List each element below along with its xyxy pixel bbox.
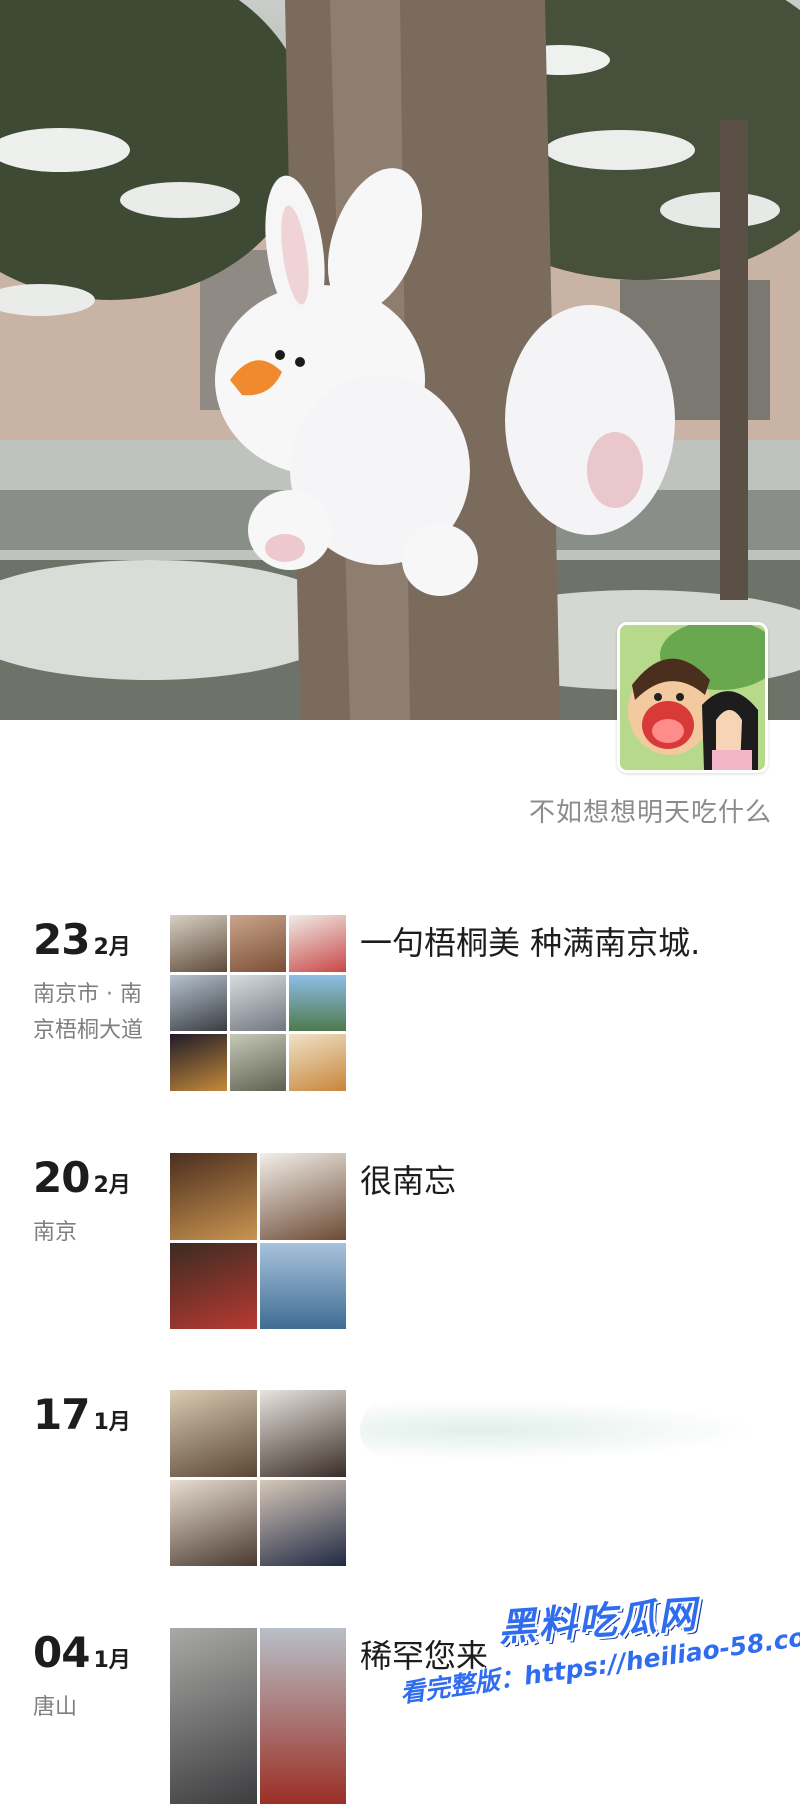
post-date: 23 2月 — [33, 915, 131, 964]
photo-thumb[interactable] — [170, 1034, 227, 1091]
post-date: 17 1月 — [33, 1390, 131, 1439]
post-day: 20 — [33, 1153, 90, 1202]
photo-thumb[interactable] — [170, 1628, 257, 1804]
photo-thumb[interactable] — [289, 915, 346, 972]
post-date: 20 2月 — [33, 1153, 131, 1202]
post-month: 2月 — [93, 935, 131, 960]
photo-thumb[interactable] — [170, 1242, 257, 1329]
post-day: 04 — [33, 1628, 90, 1677]
photo-thumb[interactable] — [229, 915, 287, 972]
blurred-caption — [360, 1400, 760, 1460]
snow-rabbit-cover-image — [0, 0, 800, 720]
photo-grid[interactable] — [170, 1153, 346, 1329]
post-location[interactable]: 南京市 · 南京梧桐大道 — [33, 977, 163, 1049]
photo-thumb[interactable] — [289, 974, 346, 1032]
photo-thumb[interactable] — [170, 915, 227, 972]
post-month: 1月 — [93, 1648, 131, 1673]
photo-thumb[interactable] — [289, 1034, 346, 1091]
post-caption[interactable]: 一句梧桐美 种满南京城. — [360, 923, 780, 963]
post-month: 1月 — [93, 1410, 131, 1435]
post-day: 17 — [33, 1390, 90, 1439]
photo-thumb[interactable] — [259, 1390, 346, 1477]
cover-photo[interactable] — [0, 0, 800, 720]
photo-thumb[interactable] — [229, 1034, 287, 1091]
photo-thumb[interactable] — [259, 1242, 346, 1329]
photo-thumb[interactable] — [170, 974, 227, 1032]
photo-thumb[interactable] — [259, 1479, 346, 1566]
photo-grid[interactable] — [170, 915, 346, 1091]
post-caption[interactable]: 很南忘 — [360, 1161, 780, 1201]
photo-thumb[interactable] — [170, 1479, 257, 1566]
post-day: 23 — [33, 915, 90, 964]
photo-thumb[interactable] — [170, 1390, 257, 1477]
photo-grid[interactable] — [170, 1628, 346, 1804]
cartoon-avatar-icon — [620, 625, 765, 770]
profile-signature: 不如想想明天吃什么 — [528, 798, 772, 828]
post-date: 04 1月 — [33, 1628, 131, 1677]
post-month: 2月 — [93, 1173, 131, 1198]
post-location[interactable]: 唐山 — [33, 1690, 163, 1726]
photo-thumb[interactable] — [259, 1153, 346, 1240]
post-location[interactable]: 南京 — [33, 1215, 163, 1251]
photo-thumb[interactable] — [229, 974, 287, 1032]
photo-thumb[interactable] — [259, 1628, 346, 1804]
photo-thumb[interactable] — [170, 1153, 257, 1240]
user-avatar[interactable] — [617, 622, 768, 773]
photo-grid[interactable] — [170, 1390, 346, 1566]
